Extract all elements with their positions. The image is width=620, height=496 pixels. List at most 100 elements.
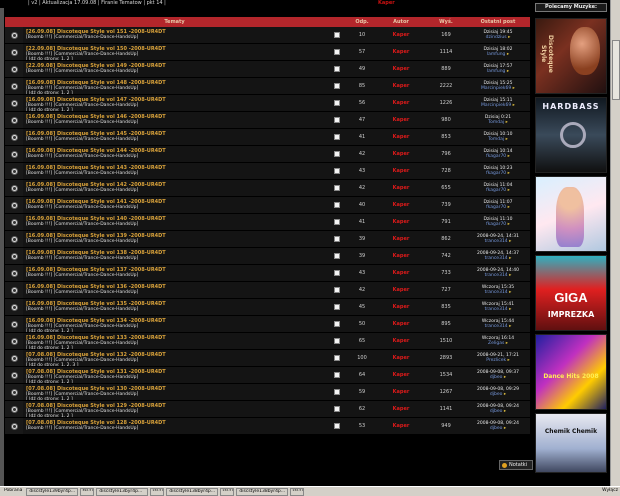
select-checkbox[interactable] [334, 168, 340, 174]
topic-author-link[interactable]: Kaper [376, 44, 426, 60]
select-checkbox[interactable] [334, 83, 340, 89]
header-views[interactable]: Wyś. [426, 19, 466, 25]
select-checkbox[interactable] [334, 49, 340, 55]
topic-pages[interactable]: [ Idź do strony: 1, 2 ] [26, 414, 326, 417]
last-post-user-link[interactable]: Prezlicek [486, 358, 510, 363]
topic-author-link[interactable]: Kaper [376, 282, 426, 298]
banner-chemik[interactable]: Chemik Chemik [535, 413, 607, 473]
topic-author-link[interactable]: Kaper [376, 350, 426, 366]
last-post-user-link[interactable]: fkagar70 [486, 222, 510, 227]
last-post-user-link[interactable]: djbeo [490, 392, 506, 397]
taskbar-item[interactable]: discstyle138byr4p... [166, 487, 219, 496]
last-post-user-link[interactable]: Tomdaj [488, 120, 508, 125]
last-post-user-link[interactable]: Marcinpiek69 [481, 103, 515, 108]
select-checkbox[interactable] [334, 219, 340, 225]
header-replies[interactable]: Odp. [348, 19, 376, 25]
banner-cover-girl[interactable] [535, 176, 607, 252]
topic-author-link[interactable]: Kaper [376, 61, 426, 77]
topic-pages[interactable]: [ Idź do strony: 1, 2 ] [26, 346, 326, 349]
select-checkbox[interactable] [334, 185, 340, 191]
topic-author-link[interactable]: Kaper [376, 78, 426, 94]
banner-discoteque-style[interactable]: Discoteque Style [535, 18, 607, 94]
taskbar-item[interactable]: discstyle13byr4p... [96, 487, 149, 496]
taskbar-item[interactable]: discstyle138byr4p... [236, 487, 289, 496]
topic-author-link[interactable]: Kaper [376, 367, 426, 383]
select-checkbox[interactable] [334, 151, 340, 157]
topic-author-link[interactable]: Kaper [376, 248, 426, 264]
select-checkbox[interactable] [334, 423, 340, 429]
last-post-user-link[interactable]: trance314 [485, 273, 512, 278]
topic-author-link[interactable]: Kaper [376, 112, 426, 128]
topic-author-link[interactable]: Kaper [376, 418, 426, 434]
select-checkbox[interactable] [334, 338, 340, 344]
select-checkbox[interactable] [334, 32, 340, 38]
last-post-user-link[interactable]: lamfung [487, 52, 509, 57]
last-post-user-link[interactable]: trance314 [485, 307, 512, 312]
topic-pages[interactable]: [ Idź do strony: 1, 2 ] [26, 57, 326, 60]
last-post-user-link[interactable]: Zeligas [488, 341, 508, 346]
select-checkbox[interactable] [334, 134, 340, 140]
select-checkbox[interactable] [334, 117, 340, 123]
select-checkbox[interactable] [334, 202, 340, 208]
topic-author-link[interactable]: Kaper [376, 316, 426, 332]
select-checkbox[interactable] [334, 304, 340, 310]
topic-author-link[interactable]: Kaper [376, 197, 426, 213]
select-checkbox[interactable] [334, 236, 340, 242]
topic-author-link[interactable]: Kaper [376, 265, 426, 281]
topic-author-link[interactable]: Kaper [376, 401, 426, 417]
topic-author-link[interactable]: Kaper [376, 27, 426, 43]
last-post-user-link[interactable]: Marcinpiek69 [481, 86, 515, 91]
last-post-user-link[interactable]: fkagar70 [486, 154, 510, 159]
topic-pages[interactable]: [ Idź do strony: 1, 2 ] [26, 329, 326, 332]
select-checkbox[interactable] [334, 355, 340, 361]
topic-author-link[interactable]: Kaper [376, 299, 426, 315]
last-post-user-link[interactable]: trance314 [485, 290, 512, 295]
last-post-user-link[interactable]: dzindzius [486, 35, 511, 40]
topic-pages[interactable]: [ Idź do strony: 1, 2, 3 ] [26, 363, 326, 366]
banner-giga-imprezka[interactable]: GIGA IMPREZKA [535, 255, 607, 331]
select-checkbox[interactable] [334, 321, 340, 327]
select-checkbox[interactable] [334, 100, 340, 106]
topic-author-link[interactable]: Kaper [376, 384, 426, 400]
taskbar-item[interactable]: discstyle139byr4p... [26, 487, 79, 496]
topic-pages[interactable]: [ Idź do strony: 1, 2 ] [26, 380, 326, 383]
header-last-post[interactable]: Ostatni post [466, 19, 530, 25]
topic-pages[interactable]: [ Idź do strony: 1, 2 ] [26, 108, 326, 111]
select-checkbox[interactable] [334, 253, 340, 259]
select-checkbox[interactable] [334, 287, 340, 293]
scrollbar-thumb[interactable] [612, 40, 620, 100]
last-post-user-link[interactable]: djbeo [490, 375, 506, 380]
last-post-user-link[interactable]: fkagar70 [486, 171, 510, 176]
topic-author-link[interactable]: Kaper [376, 180, 426, 196]
topic-author-link[interactable]: Kaper [376, 95, 426, 111]
select-checkbox[interactable] [334, 406, 340, 412]
select-checkbox[interactable] [334, 389, 340, 395]
last-post-user-link[interactable]: djbeo [490, 426, 506, 431]
last-post-user-link[interactable]: fkagar70 [486, 188, 510, 193]
header-topic[interactable]: Tematy [23, 19, 326, 25]
notes-popup[interactable]: Notatki [499, 460, 533, 470]
last-post-user-link[interactable]: djbeo [490, 409, 506, 414]
last-post-user-link[interactable]: trance314 [485, 324, 512, 329]
last-post-user-link[interactable]: trance314 [485, 256, 512, 261]
last-post-user-link[interactable]: fkagar70 [486, 205, 510, 210]
header-author[interactable]: Autor [376, 19, 426, 25]
select-checkbox[interactable] [334, 66, 340, 72]
select-checkbox[interactable] [334, 372, 340, 378]
topic-pages[interactable]: [ Idź do strony: 1, 2 ] [26, 91, 326, 94]
last-post-user-link[interactable]: Tomdaj [488, 137, 508, 142]
topic-author-link[interactable]: Kaper [376, 163, 426, 179]
vertical-scrollbar[interactable] [610, 0, 620, 486]
topic-author-link[interactable]: Kaper [376, 146, 426, 162]
topic-pages[interactable]: [ Idź do strony: 1, 2 ] [26, 397, 326, 400]
topic-author-link[interactable]: Kaper [376, 214, 426, 230]
last-post-user-link[interactable]: lamfung [487, 69, 509, 74]
banner-dance-hits[interactable]: Dance Hits 2008 [535, 334, 607, 410]
last-post-user-link[interactable]: trance314 [485, 239, 512, 244]
select-checkbox[interactable] [334, 270, 340, 276]
topic-author-link[interactable]: Kaper [376, 333, 426, 349]
banner-hardbass[interactable]: HARDBASS [535, 97, 607, 173]
top-author-label[interactable]: Kaper [378, 0, 395, 6]
topic-author-link[interactable]: Kaper [376, 129, 426, 145]
topic-author-link[interactable]: Kaper [376, 231, 426, 247]
